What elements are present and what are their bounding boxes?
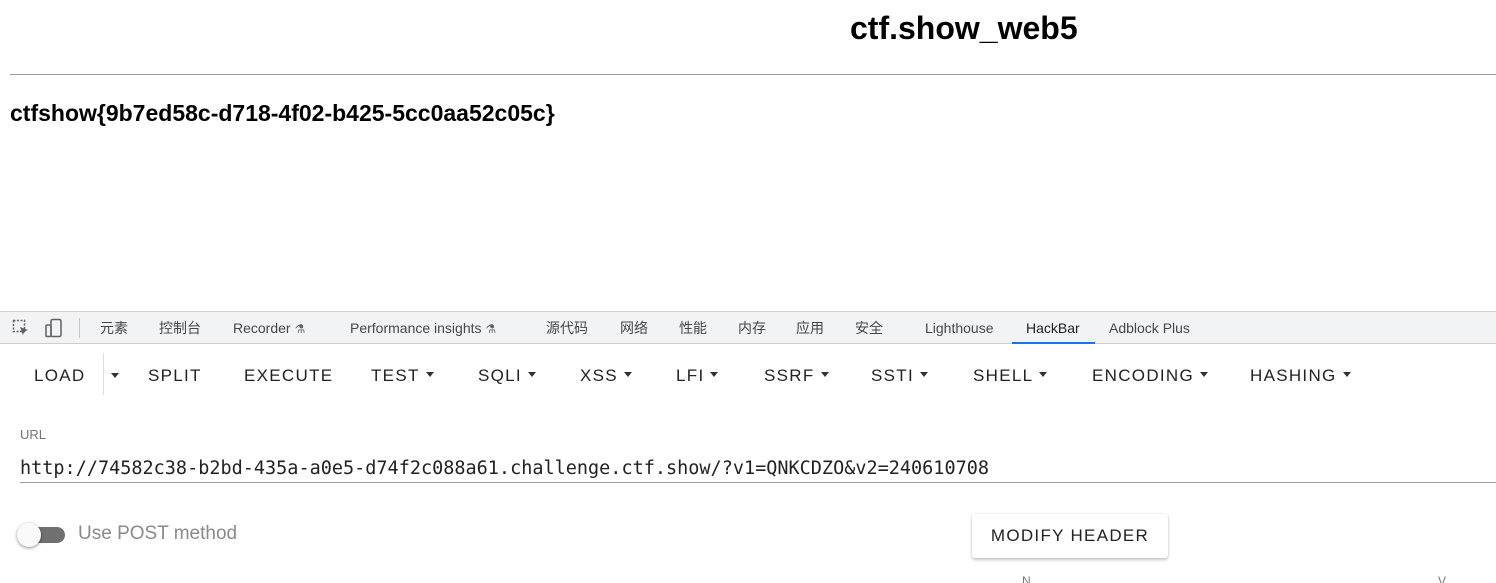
caret-down-icon — [920, 372, 928, 378]
tab-network[interactable]: 网络 — [620, 312, 648, 344]
load-menu-caret-icon[interactable] — [111, 373, 119, 378]
toolbar-separator — [79, 318, 80, 338]
caret-down-icon — [425, 372, 434, 378]
active-tab-indicator — [1012, 342, 1095, 344]
button-label: SHELL — [973, 366, 1034, 385]
ssti-menu-button[interactable]: SSTI — [871, 362, 928, 390]
toggle-knob — [17, 523, 41, 547]
flag-text: ctfshow{9b7ed58c-d718-4f02-b425-5cc0aa52… — [10, 100, 555, 126]
caret-down-icon — [1342, 372, 1351, 378]
load-button[interactable]: LOAD — [34, 362, 86, 390]
tab-recorder[interactable]: Recorder ⚗ — [233, 312, 305, 344]
devtools-tab-bar: 元素 控制台 Recorder ⚗ Performance insights ⚗ 源… — [0, 311, 1496, 344]
tab-label: 应用 — [796, 320, 824, 336]
xss-menu-button[interactable]: XSS — [580, 362, 632, 390]
button-label: ENCODING — [1092, 366, 1195, 385]
tab-adblock-plus[interactable]: Adblock Plus — [1109, 312, 1190, 344]
button-label: EXECUTE — [244, 366, 334, 385]
test-menu-button[interactable]: TEST — [371, 362, 434, 390]
button-label: SSTI — [871, 366, 914, 385]
sqli-menu-button[interactable]: SQLI — [478, 362, 536, 390]
tab-performance[interactable]: 性能 — [679, 312, 707, 344]
tab-elements[interactable]: 元素 — [100, 312, 128, 344]
post-method-toggle[interactable] — [17, 523, 65, 547]
experiment-flask-icon: ⚗ — [294, 322, 306, 336]
tab-label: 安全 — [855, 320, 883, 336]
tab-label: HackBar — [1026, 320, 1080, 336]
button-label: HASHING — [1250, 366, 1337, 385]
ssrf-menu-button[interactable]: SSRF — [764, 362, 829, 390]
inspect-element-icon[interactable] — [11, 318, 31, 338]
tab-memory[interactable]: 内存 — [738, 312, 766, 344]
encoding-menu-button[interactable]: ENCODING — [1092, 362, 1209, 390]
split-button[interactable]: SPLIT — [148, 362, 202, 390]
caret-down-icon — [820, 372, 829, 378]
tab-label: Lighthouse — [925, 320, 994, 336]
button-label: SQLI — [478, 366, 522, 385]
tab-label: Adblock Plus — [1109, 320, 1190, 336]
button-label: LOAD — [34, 366, 86, 385]
tab-label: Recorder — [233, 320, 291, 336]
page: ctf.show_web5 ctfshow{9b7ed58c-d718-4f02… — [0, 0, 1496, 583]
lfi-menu-button[interactable]: LFI — [676, 362, 719, 390]
tab-label: 网络 — [620, 320, 648, 336]
device-toolbar-icon[interactable] — [44, 318, 64, 338]
page-title: ctf.show_web5 — [850, 10, 1078, 46]
tab-label: Performance insights — [350, 320, 482, 336]
tab-lighthouse[interactable]: Lighthouse — [925, 312, 994, 344]
header-name-column-fragment: N — [1022, 574, 1031, 583]
divider — [10, 74, 1496, 75]
url-field-label: URL — [20, 427, 47, 442]
tab-label: 元素 — [100, 320, 128, 336]
post-method-label: Use POST method — [78, 523, 238, 544]
tab-label: 性能 — [679, 320, 707, 336]
caret-down-icon — [710, 372, 719, 378]
button-label: TEST — [371, 366, 420, 385]
tab-security[interactable]: 安全 — [855, 312, 883, 344]
tab-label: 源代码 — [546, 320, 588, 336]
caret-down-icon — [527, 372, 536, 378]
execute-button[interactable]: EXECUTE — [244, 362, 333, 390]
experiment-flask-icon: ⚗ — [485, 322, 497, 336]
url-input[interactable] — [20, 454, 1496, 483]
button-label: SPLIT — [148, 366, 202, 385]
load-menu-divider — [103, 353, 104, 395]
caret-down-icon — [623, 372, 632, 378]
caret-down-icon — [1039, 372, 1048, 378]
tab-performance-insights[interactable]: Performance insights ⚗ — [350, 312, 496, 344]
button-label: XSS — [580, 366, 618, 385]
caret-down-icon — [1200, 372, 1209, 378]
tab-sources[interactable]: 源代码 — [546, 312, 588, 344]
tab-application[interactable]: 应用 — [796, 312, 824, 344]
modify-header-button[interactable]: MODIFY HEADER — [972, 514, 1168, 558]
tab-hackbar[interactable]: HackBar — [1026, 312, 1080, 344]
tab-label: 内存 — [738, 320, 766, 336]
hashing-menu-button[interactable]: HASHING — [1250, 362, 1351, 390]
tab-label: 控制台 — [159, 320, 201, 336]
shell-menu-button[interactable]: SHELL — [973, 362, 1048, 390]
button-label: SSRF — [764, 366, 815, 385]
button-label: LFI — [676, 366, 705, 385]
header-value-column-fragment: V — [1438, 574, 1447, 583]
tab-console[interactable]: 控制台 — [159, 312, 201, 344]
